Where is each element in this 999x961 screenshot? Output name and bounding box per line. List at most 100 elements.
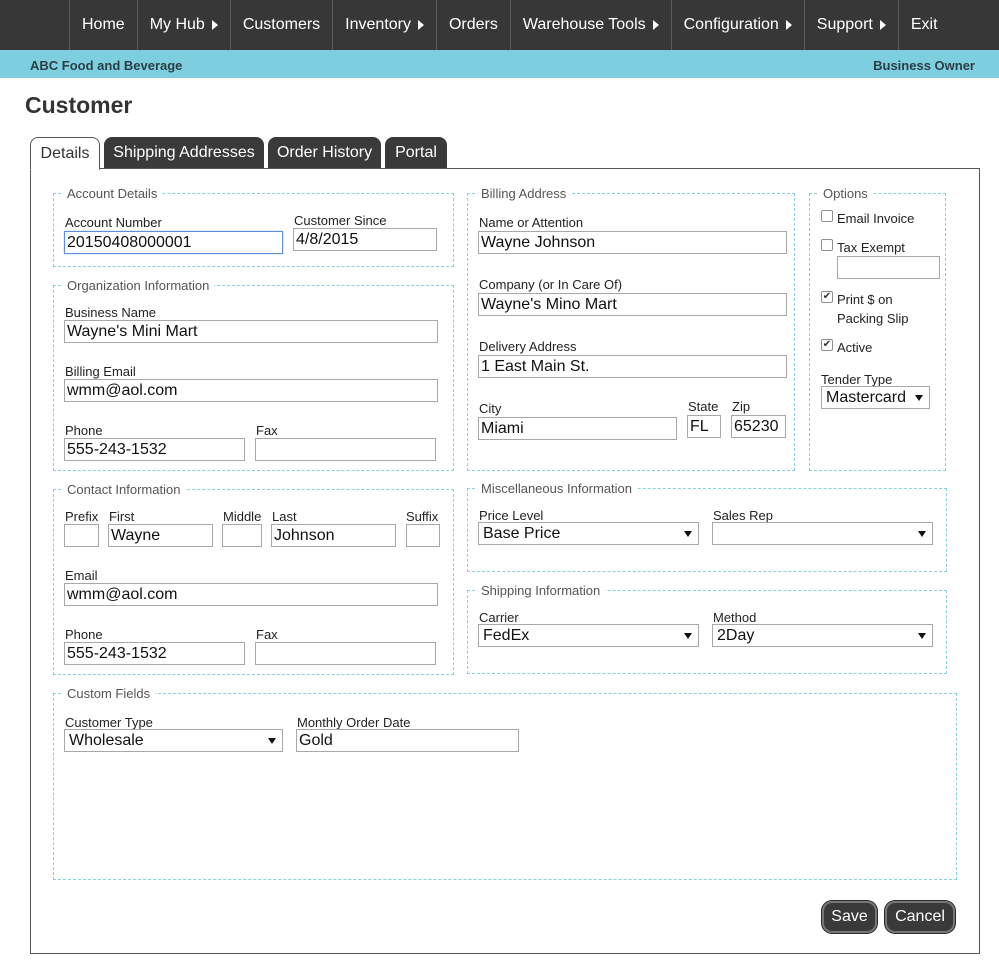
- contact-fax-input[interactable]: [255, 642, 436, 665]
- nav-item-label: Orders: [448, 16, 498, 33]
- organization-section: Organization Information Business Name B…: [53, 278, 454, 471]
- org-phone-label: Phone: [65, 423, 103, 438]
- nav-item-support[interactable]: Support: [803, 0, 898, 50]
- delivery-address-input[interactable]: [478, 355, 787, 378]
- caret-right-icon: [211, 20, 218, 30]
- nav-item-label: Home: [82, 16, 125, 33]
- last-name-label: Last: [272, 509, 297, 524]
- nav-item-customers[interactable]: Customers: [229, 0, 332, 50]
- caret-right-icon: [785, 20, 792, 30]
- state-input[interactable]: [687, 415, 721, 438]
- nav-item-label: Customers: [242, 16, 321, 33]
- prefix-label: Prefix: [65, 509, 99, 524]
- contact-email-input[interactable]: [64, 583, 438, 606]
- suffix-label: Suffix: [406, 509, 439, 524]
- section-legend: Billing Address: [476, 186, 572, 201]
- contact-section: Contact Information Prefix First Middle …: [53, 482, 454, 675]
- customer-type-select[interactable]: Wholesale: [64, 729, 283, 752]
- chevron-down-icon: [915, 395, 923, 401]
- price-level-label: Price Level: [479, 508, 544, 523]
- customer-type-value: Wholesale: [69, 731, 144, 749]
- top-nav: Home My Hub Customers Inventory Orders W…: [0, 0, 999, 50]
- active-label: Active: [837, 340, 873, 355]
- company-care-of-input[interactable]: [478, 293, 787, 316]
- active-checkbox[interactable]: ✔: [821, 339, 833, 351]
- nav-item-orders[interactable]: Orders: [435, 0, 510, 50]
- tax-exempt-checkbox[interactable]: [821, 239, 833, 251]
- tab-shipping-addresses[interactable]: Shipping Addresses: [104, 137, 264, 169]
- tax-exempt-label: Tax Exempt: [837, 240, 905, 255]
- suffix-input[interactable]: [406, 524, 440, 547]
- account-number-input[interactable]: [64, 231, 283, 254]
- customer-since-input[interactable]: [293, 228, 437, 251]
- print-price-checkbox[interactable]: ✔: [821, 291, 833, 303]
- email-invoice-label: Email Invoice: [837, 211, 915, 226]
- carrier-select[interactable]: FedEx: [478, 624, 699, 647]
- nav-item-home[interactable]: Home: [69, 0, 137, 50]
- middle-name-input[interactable]: [222, 524, 262, 547]
- section-legend: Options: [818, 186, 873, 201]
- account-details-section: Account Details Account Number Customer …: [53, 186, 454, 267]
- billing-email-input[interactable]: [64, 379, 438, 402]
- nav-item-my-hub[interactable]: My Hub: [136, 0, 230, 50]
- company-name: ABC Food and Beverage: [30, 57, 183, 73]
- carrier-value: FedEx: [483, 626, 530, 644]
- save-button[interactable]: Save: [822, 901, 877, 933]
- tax-exempt-input[interactable]: [837, 256, 940, 279]
- org-phone-input[interactable]: [64, 438, 245, 461]
- nav-item-label: Warehouse Tools: [522, 16, 646, 33]
- tender-type-select[interactable]: Mastercard: [821, 386, 930, 409]
- billing-address-section: Billing Address Name or Attention Compan…: [467, 186, 795, 471]
- section-legend: Shipping Information: [476, 583, 606, 598]
- method-select[interactable]: 2Day: [712, 624, 933, 647]
- section-legend: Custom Fields: [62, 686, 156, 701]
- company-care-of-label: Company (or In Care Of): [479, 277, 623, 292]
- monthly-order-date-input[interactable]: [296, 729, 519, 752]
- prefix-input[interactable]: [64, 524, 99, 547]
- nav-item-inventory[interactable]: Inventory: [332, 0, 436, 50]
- contact-phone-label: Phone: [65, 627, 103, 642]
- zip-input[interactable]: [731, 415, 786, 438]
- zip-label: Zip: [732, 399, 751, 414]
- nav-item-label: Inventory: [345, 16, 411, 33]
- nav-item-warehouse-tools[interactable]: Warehouse Tools: [509, 0, 671, 50]
- tab-details[interactable]: Details: [30, 137, 100, 170]
- nav-item-exit[interactable]: Exit: [897, 0, 950, 50]
- print-price-label-line1: Print $ on: [837, 292, 893, 307]
- section-legend: Contact Information: [62, 482, 186, 497]
- sales-rep-select[interactable]: [712, 522, 933, 545]
- price-level-value: Base Price: [483, 524, 561, 542]
- shipping-section: Shipping Information Carrier FedEx Metho…: [467, 583, 947, 674]
- first-name-input[interactable]: [108, 524, 213, 547]
- method-label: Method: [713, 610, 757, 625]
- chevron-down-icon: [268, 738, 276, 744]
- org-fax-input[interactable]: [255, 438, 436, 461]
- price-level-select[interactable]: Base Price: [478, 522, 699, 545]
- business-name-label: Business Name: [65, 305, 157, 320]
- carrier-label: Carrier: [479, 610, 519, 625]
- city-input[interactable]: [478, 417, 677, 440]
- tab-order-history[interactable]: Order History: [268, 137, 381, 169]
- cancel-button[interactable]: Cancel: [885, 901, 955, 933]
- chevron-down-icon: [918, 531, 926, 537]
- nav-item-configuration[interactable]: Configuration: [670, 0, 804, 50]
- details-panel: Account Details Account Number Customer …: [30, 168, 980, 954]
- customer-since-label: Customer Since: [294, 213, 387, 228]
- billing-email-label: Billing Email: [65, 364, 136, 379]
- chevron-down-icon: [684, 633, 692, 639]
- city-label: City: [479, 401, 502, 416]
- nav-item-label: Configuration: [683, 16, 779, 33]
- business-name-input[interactable]: [64, 320, 438, 343]
- tab-portal[interactable]: Portal: [385, 137, 447, 169]
- contact-phone-input[interactable]: [64, 642, 245, 665]
- attention-input[interactable]: [478, 231, 787, 254]
- section-legend: Organization Information: [62, 278, 215, 293]
- nav-item-label: Support: [816, 16, 873, 33]
- delivery-address-label: Delivery Address: [479, 339, 577, 354]
- email-invoice-checkbox[interactable]: [821, 210, 833, 222]
- options-section: Options Email Invoice Tax Exempt ✔ Print…: [809, 186, 946, 471]
- state-label: State: [688, 399, 719, 414]
- attention-label: Name or Attention: [479, 215, 584, 230]
- last-name-input[interactable]: [271, 524, 396, 547]
